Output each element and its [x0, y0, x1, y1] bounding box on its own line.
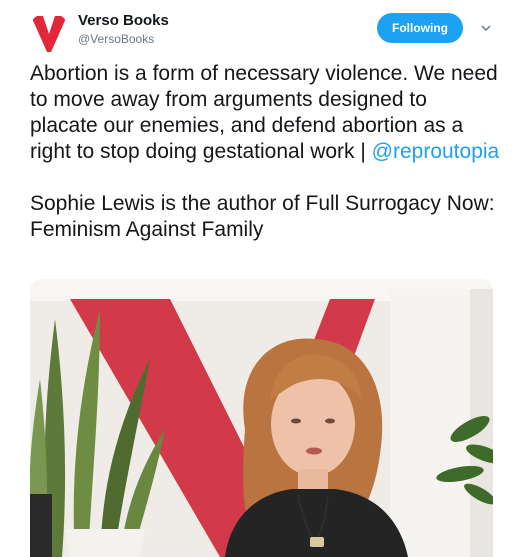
tweet-paragraph-2: Sophie Lewis is the author of Full Surro… [30, 192, 495, 241]
tweet-paragraph-1: Abortion is a form of necessary violence… [30, 61, 500, 165]
display-name[interactable]: Verso Books [78, 12, 169, 30]
chevron-down-icon[interactable] [478, 20, 494, 36]
tweet-text: Abortion is a form of necessary violence… [30, 61, 500, 243]
account-handle[interactable]: @VersoBooks [78, 31, 169, 47]
video-thumbnail[interactable] [30, 279, 493, 557]
video-still-image [30, 279, 493, 557]
following-button[interactable]: Following [377, 13, 463, 43]
verso-logo-icon [31, 16, 67, 52]
tweet-header: Verso Books @VersoBooks Following [0, 0, 520, 60]
account-avatar[interactable] [28, 12, 70, 54]
account-names: Verso Books @VersoBooks [78, 12, 169, 47]
mention-link[interactable]: @reproutopia [372, 140, 500, 163]
